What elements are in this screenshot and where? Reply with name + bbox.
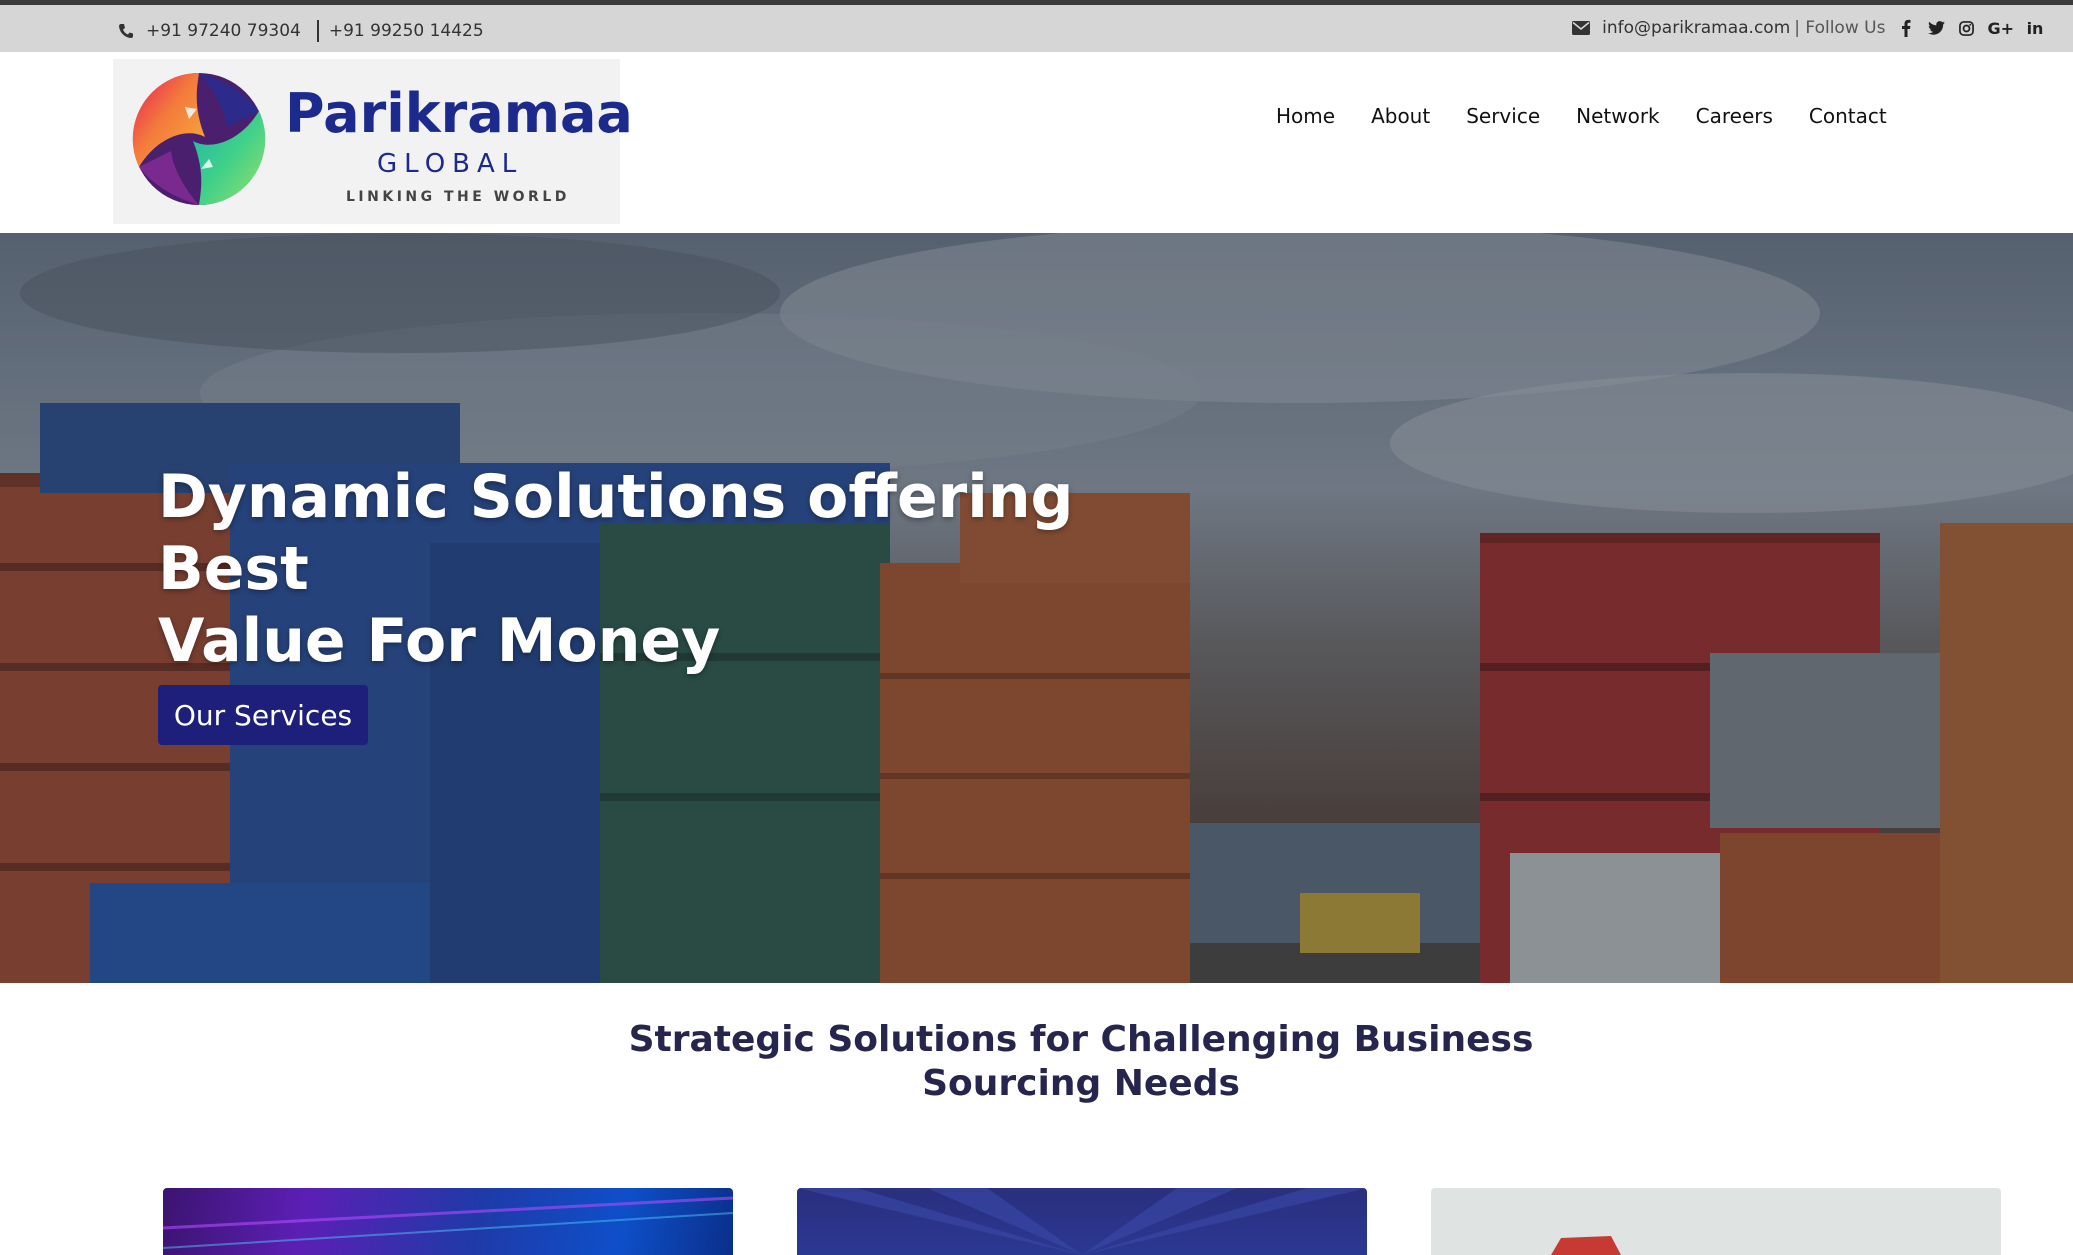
nav-service[interactable]: Service	[1466, 104, 1540, 128]
top-contact-bar: +91 97240 79304 +91 99250 14425 info@par…	[0, 0, 2073, 52]
email-link[interactable]: info@parikramaa.com	[1602, 18, 1790, 38]
envelope-icon	[1572, 21, 1591, 35]
instagram-icon[interactable]	[1957, 17, 1975, 39]
logo-tagline: LINKING THE WORLD	[346, 189, 570, 205]
phone-number-1[interactable]: +91 97240 79304	[146, 21, 301, 41]
service-card-3-image	[1551, 1236, 1621, 1255]
nav-network[interactable]: Network	[1576, 104, 1660, 128]
section-title-line-2: Sourcing Needs	[922, 1063, 1240, 1104]
our-services-button[interactable]: Our Services	[158, 685, 368, 745]
logo-name: Parikramaa	[285, 82, 633, 145]
nav-about[interactable]: About	[1371, 104, 1430, 128]
hero-title-line-1: Dynamic Solutions offering Best	[158, 462, 1074, 604]
google-plus-icon[interactable]: G+	[1987, 17, 2014, 39]
logo[interactable]: Parikramaa GLOBAL LINKING THE WORLD	[113, 59, 633, 224]
hero-title-line-2: Value For Money	[158, 606, 721, 676]
nav-contact[interactable]: Contact	[1809, 104, 1887, 128]
section-title-line-1: Strategic Solutions for Challenging Busi…	[628, 1019, 1534, 1060]
service-card-2[interactable]	[797, 1188, 1367, 1255]
email-social-group: info@parikramaa.com | Follow Us G+ in	[1572, 15, 2044, 41]
logo-subtitle: GLOBAL	[377, 149, 524, 179]
nav-home[interactable]: Home	[1276, 104, 1335, 128]
logo-globe-icon	[132, 72, 266, 206]
facebook-icon[interactable]	[1897, 17, 1915, 39]
linkedin-icon[interactable]: in	[2026, 17, 2044, 39]
hero-banner: Dynamic Solutions offering Best Value Fo…	[0, 233, 2073, 983]
nav-careers[interactable]: Careers	[1696, 104, 1773, 128]
service-card-1[interactable]	[163, 1188, 733, 1255]
site-header: Parikramaa GLOBAL LINKING THE WORLD Home…	[0, 52, 2073, 233]
service-card-1-image	[163, 1196, 733, 1249]
phone-number-2[interactable]: +91 99250 14425	[329, 21, 484, 41]
section-title: Strategic Solutions for Challenging Busi…	[536, 1018, 1626, 1106]
twitter-icon[interactable]	[1927, 17, 1945, 39]
phone-separator	[316, 20, 319, 42]
hero-title: Dynamic Solutions offering Best Value Fo…	[158, 461, 1118, 677]
phone-numbers: +91 97240 79304 +91 99250 14425	[118, 19, 484, 43]
service-card-2-image	[797, 1188, 1367, 1255]
main-navigation: Home About Service Network Careers Conta…	[1276, 99, 1887, 133]
phone-icon	[118, 23, 134, 39]
service-card-3[interactable]	[1431, 1188, 2001, 1255]
follow-us-label: | Follow Us	[1794, 18, 1886, 38]
